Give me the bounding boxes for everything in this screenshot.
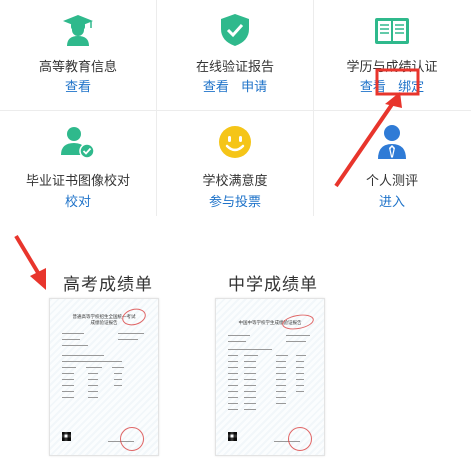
person-tie-icon — [374, 124, 410, 160]
card-school-satisfaction: 学校满意度 参与投票 — [157, 0, 313, 210]
gaokao-transcript-thumbnail[interactable]: 普通高等学校招生全国统一考试 成绩验证报告 — [49, 298, 159, 456]
qr-code-icon — [62, 432, 71, 441]
service-grid: 高等教育信息 查看 在线验证报告 查看 申请 学历与成绩认证 查看 绑定 毕业证… — [0, 0, 471, 218]
divider — [0, 110, 471, 111]
seal — [288, 427, 312, 451]
card-links: 校对 — [0, 191, 156, 210]
arrow-head — [30, 268, 46, 290]
card-diploma-image-check: 毕业证书图像校对 校对 — [0, 0, 156, 210]
card-personal-assessment: 个人测评 进入 — [314, 0, 470, 210]
section-title-middle-school: 中学成绩单 — [228, 275, 318, 295]
card-links: 进入 — [314, 191, 470, 210]
card-title: 个人测评 — [365, 174, 418, 189]
enter-link[interactable]: 进入 — [379, 195, 405, 210]
seal — [120, 427, 144, 451]
check-link[interactable]: 校对 — [65, 195, 91, 210]
card-title: 学校满意度 — [202, 174, 268, 189]
card-title: 毕业证书图像校对 — [25, 174, 130, 189]
user-check-icon — [60, 124, 96, 160]
middle-school-transcript-thumbnail[interactable]: 中国中等学校学生成绩验证报告 — [215, 298, 325, 456]
smiley-icon — [217, 124, 253, 160]
qr-code-icon — [228, 432, 237, 441]
vote-link[interactable]: 参与投票 — [209, 195, 261, 210]
pointer-arrow — [14, 234, 42, 278]
card-links: 参与投票 — [157, 191, 313, 210]
section-title-gaokao: 高考成绩单 — [63, 275, 153, 295]
